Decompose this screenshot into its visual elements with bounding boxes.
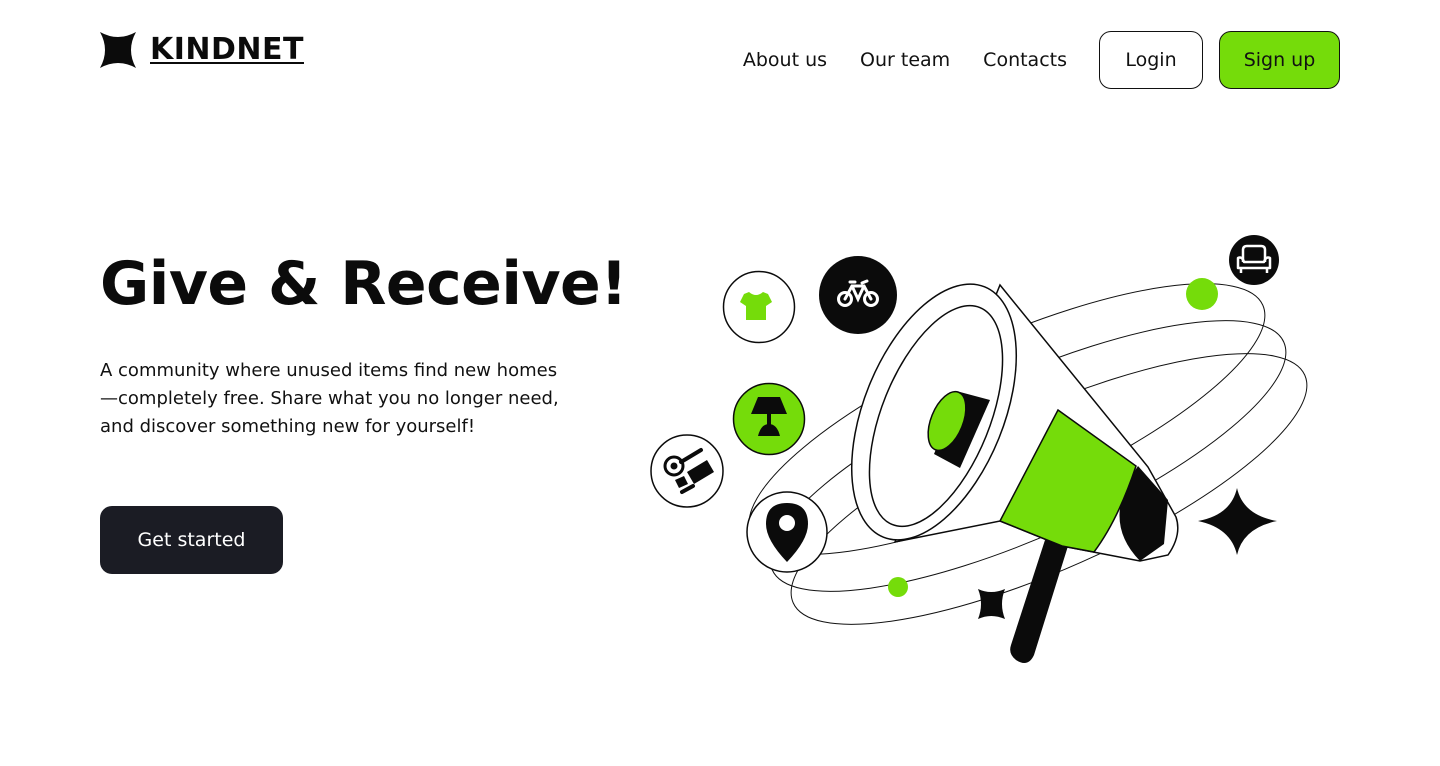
megaphone-handle (1010, 540, 1068, 664)
green-dot (888, 577, 908, 597)
bicycle-icon (819, 256, 897, 334)
green-dot (1186, 278, 1218, 310)
star-logo-icon (100, 32, 136, 68)
hero-description: A community where unused items find new … (100, 360, 559, 437)
logo-link[interactable]: KINDNET (100, 32, 304, 68)
nav-link-our-team[interactable]: Our team (860, 31, 950, 89)
nav-link-contacts[interactable]: Contacts (983, 31, 1067, 89)
main-nav: About us Our team Contacts Login Sign up (743, 31, 1340, 89)
sparkle-icon (978, 589, 1005, 619)
location-pin-icon (746, 491, 828, 573)
get-started-button[interactable]: Get started (100, 506, 283, 574)
brand-name: KINDNET (150, 32, 304, 67)
shirt-icon (722, 270, 796, 344)
nav-link-about-us[interactable]: About us (743, 31, 827, 89)
hero-title: Give & Receive! (100, 249, 628, 319)
login-button[interactable]: Login (1099, 31, 1203, 89)
lamp-icon (732, 382, 806, 456)
signup-button[interactable]: Sign up (1219, 31, 1340, 89)
armchair-icon (1229, 235, 1279, 285)
sparkle-icon (1198, 488, 1277, 555)
megaphone-illustration (650, 235, 1308, 664)
kitchenware-icon (650, 434, 724, 508)
